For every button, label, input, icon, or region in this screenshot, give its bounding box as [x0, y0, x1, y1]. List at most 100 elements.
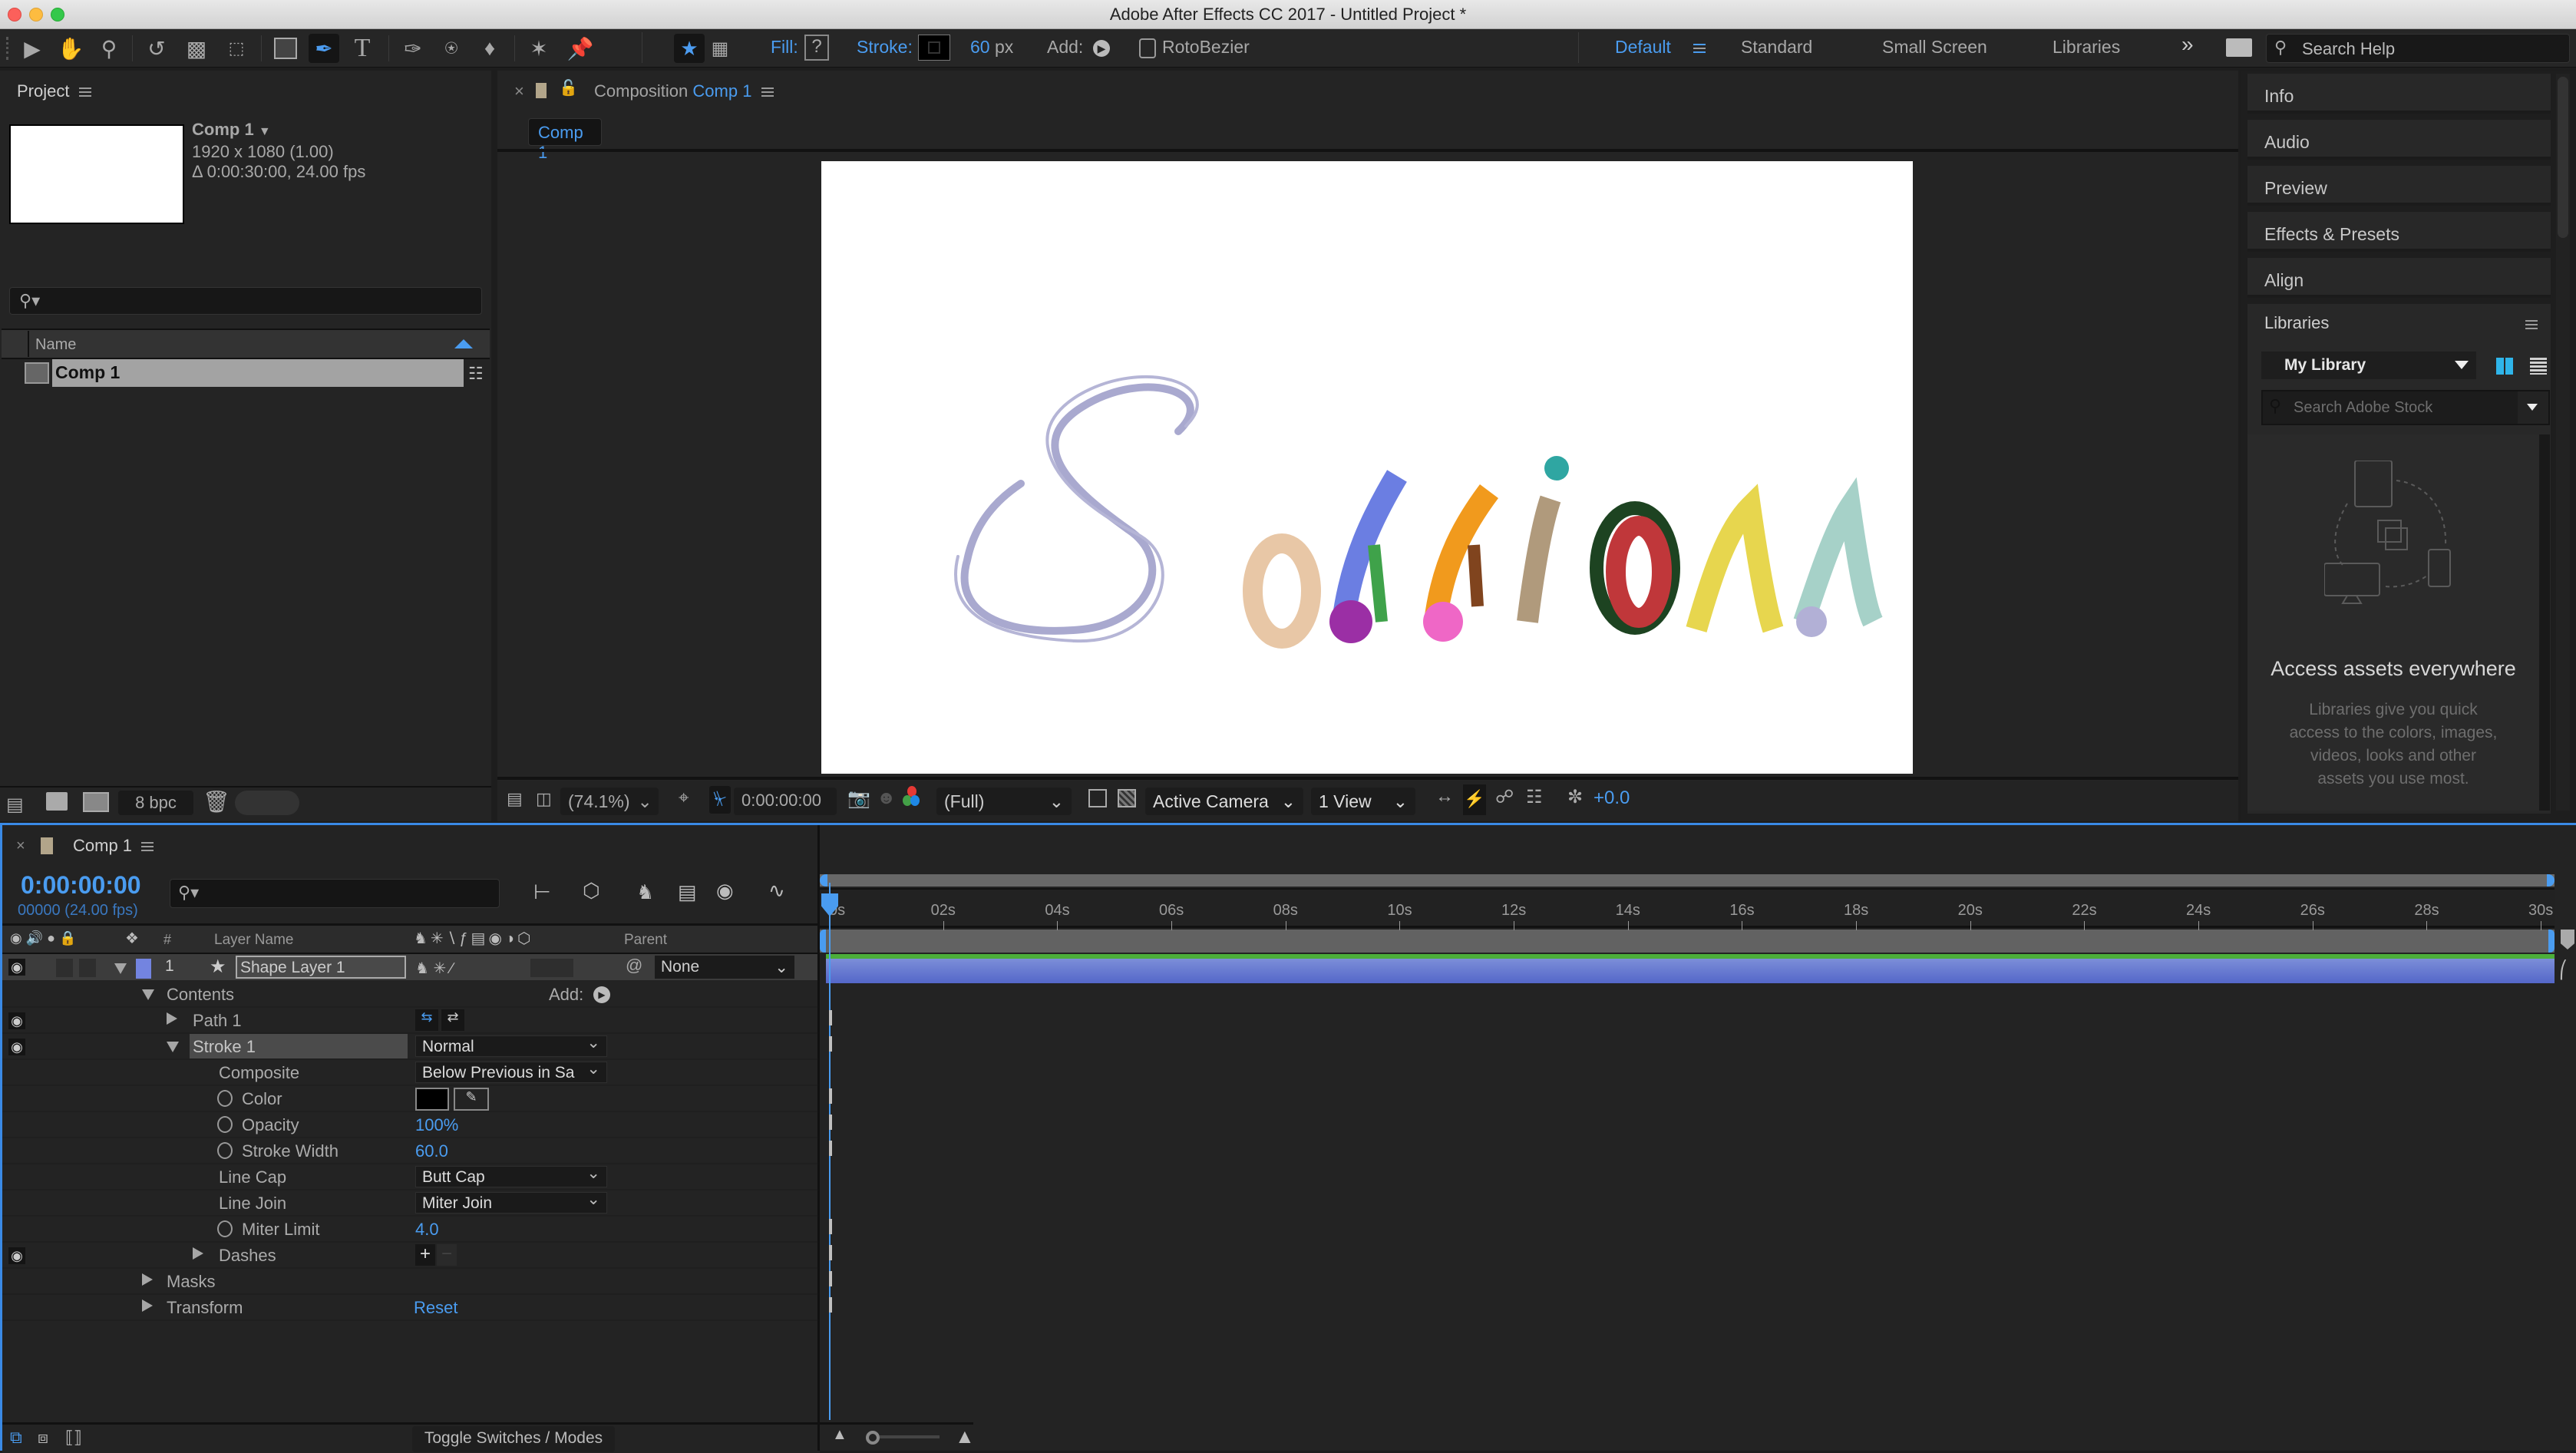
project-item-row[interactable]: Comp 1 ☷: [2, 359, 490, 387]
stopwatch-icon[interactable]: [217, 1090, 233, 1107]
stock-search-input[interactable]: ⚲ Search Adobe Stock: [2261, 390, 2550, 425]
in-out-duration-pane-icon[interactable]: ⟦⟧: [65, 1428, 82, 1448]
property-row-masks[interactable]: Masks: [2, 1269, 820, 1295]
path-direction-forward-icon[interactable]: ⇄: [441, 1009, 464, 1031]
scrollbar-thumb[interactable]: [2558, 77, 2568, 238]
column-name[interactable]: Name: [35, 336, 76, 354]
twirl-right-icon[interactable]: [142, 1299, 153, 1312]
roto-brush-tool-icon[interactable]: ✶: [523, 34, 554, 63]
display-icon[interactable]: ◫: [536, 789, 552, 809]
rotation-tool-icon[interactable]: ↺: [141, 34, 172, 63]
info-panel-tab[interactable]: Info: [2247, 74, 2551, 114]
property-row-composite[interactable]: Composite Below Previous in Sa: [2, 1060, 820, 1086]
time-ruler[interactable]: [820, 888, 2555, 928]
effects-presets-panel-tab[interactable]: Effects & Presets: [2247, 212, 2551, 252]
workspace-menu-icon[interactable]: [1693, 41, 1706, 55]
add-menu-button[interactable]: ▶: [1093, 40, 1110, 57]
rotobezier-checkbox[interactable]: [1139, 38, 1156, 58]
panel-menu-icon[interactable]: [141, 842, 154, 852]
breadcrumb[interactable]: Comp 1: [528, 118, 602, 162]
pan-behind-tool-icon[interactable]: ⬚: [221, 34, 252, 63]
camera-view-dropdown[interactable]: Active Camera ⌄: [1145, 788, 1303, 815]
property-row-contents[interactable]: Contents Add: ▶: [2, 982, 820, 1008]
composition-tab[interactable]: Composition Comp 1: [594, 81, 774, 101]
zoom-in-icon[interactable]: ▲: [955, 1425, 975, 1448]
resolution-dropdown[interactable]: (Full) ⌄: [936, 788, 1072, 815]
lock-icon[interactable]: 🔓: [559, 78, 578, 97]
reset-transform-link[interactable]: Reset: [414, 1298, 457, 1318]
keyframe-navigator-mark[interactable]: [829, 1115, 832, 1130]
line-cap-dropdown[interactable]: Butt Cap: [415, 1164, 607, 1187]
line-join-dropdown[interactable]: Miter Join: [415, 1190, 607, 1214]
eraser-tool-icon[interactable]: ♦: [474, 34, 505, 63]
property-row-dashes[interactable]: ◉ Dashes + −: [2, 1243, 820, 1269]
stopwatch-icon[interactable]: [217, 1220, 233, 1237]
toggle-switches-modes-button[interactable]: Toggle Switches / Modes: [412, 1426, 615, 1452]
new-composition-icon[interactable]: [83, 792, 109, 812]
panel-menu-icon[interactable]: [78, 88, 91, 97]
zoom-slider-track[interactable]: [880, 1435, 940, 1438]
region-of-interest-icon[interactable]: [1088, 789, 1107, 807]
timeline-search-input[interactable]: ⚲▾: [170, 879, 500, 908]
property-row-transform[interactable]: Transform Reset: [2, 1295, 820, 1321]
keyframe-navigator-mark[interactable]: [829, 1036, 832, 1052]
pickwhip-icon[interactable]: @: [626, 956, 642, 976]
project-scrollbar[interactable]: [235, 791, 299, 815]
interpret-footage-icon[interactable]: ▤: [6, 794, 24, 816]
layer-duration-bar[interactable]: [826, 959, 2555, 983]
bit-depth-button[interactable]: 8 bpc: [118, 791, 193, 815]
parent-dropdown[interactable]: None ⌄: [655, 956, 794, 979]
show-snapshot-icon[interactable]: ☻: [877, 788, 896, 809]
path-direction-reverse-icon[interactable]: ⇆: [415, 1009, 438, 1031]
twirl-down-icon[interactable]: [167, 1042, 179, 1052]
color-swatch[interactable]: [415, 1088, 449, 1111]
layer-switches[interactable]: ♞ ✳ ∕: [415, 959, 453, 978]
property-row-line-join[interactable]: Line Join Miter Join: [2, 1190, 820, 1217]
twirl-down-icon[interactable]: [142, 989, 154, 1000]
work-area-start-handle[interactable]: [820, 930, 826, 953]
exposure-value[interactable]: +0.0: [1593, 788, 1630, 809]
project-search-input[interactable]: ⚲▾: [9, 287, 482, 315]
layer-label-color[interactable]: [136, 959, 151, 979]
type-tool-icon[interactable]: T: [347, 34, 378, 63]
close-tab-icon[interactable]: ×: [16, 837, 25, 855]
keyframe-navigator-mark[interactable]: [829, 1088, 832, 1104]
selection-tool-icon[interactable]: ▶: [17, 34, 48, 63]
blend-mode-dropdown[interactable]: Normal: [415, 1033, 607, 1057]
workspace-libraries[interactable]: Libraries: [2053, 37, 2120, 58]
brush-tool-icon[interactable]: ✑: [398, 34, 428, 63]
new-folder-icon[interactable]: [46, 792, 68, 811]
navigator-start-handle[interactable]: [820, 874, 827, 887]
hand-tool-icon[interactable]: ✋: [55, 34, 86, 63]
layer-switches-pane-icon[interactable]: ⧉: [10, 1428, 22, 1448]
eyedropper-icon[interactable]: ✎: [454, 1088, 489, 1111]
property-row-stroke-width[interactable]: Stroke Width 60.0: [2, 1138, 820, 1164]
keyframe-navigator-mark[interactable]: [829, 1010, 832, 1025]
fill-swatch[interactable]: ?: [804, 35, 829, 61]
comp-mini-flowchart-icon[interactable]: ⊢: [533, 880, 551, 904]
timeline-icon[interactable]: ☍: [1495, 786, 1514, 808]
transparency-grid-icon[interactable]: [1118, 789, 1136, 807]
comp-button-icon[interactable]: ⎛: [2559, 960, 2568, 980]
property-row-miter-limit[interactable]: Miter Limit 4.0: [2, 1217, 820, 1243]
tool-creates-mask-icon[interactable]: ▦: [705, 34, 735, 63]
list-view-icon[interactable]: [2530, 358, 2547, 375]
shy-layers-icon[interactable]: ♞: [636, 880, 654, 904]
composition-canvas[interactable]: [821, 161, 1913, 774]
always-preview-icon[interactable]: ▤: [507, 789, 523, 809]
more-workspaces-icon[interactable]: »: [2181, 32, 2194, 57]
eye-icon[interactable]: ◉: [8, 959, 25, 976]
stroke-swatch[interactable]: [918, 35, 950, 61]
remove-dash-button[interactable]: −: [437, 1244, 457, 1266]
keyframe-navigator-mark[interactable]: [829, 1141, 832, 1156]
work-area-bar[interactable]: [820, 930, 2555, 953]
opacity-value[interactable]: 100%: [415, 1115, 458, 1135]
library-select[interactable]: My Library: [2261, 352, 2476, 379]
stopwatch-icon[interactable]: [217, 1142, 233, 1159]
twirl-right-icon[interactable]: [167, 1012, 177, 1025]
channel-icon[interactable]: [901, 786, 921, 809]
stock-search-dropdown[interactable]: [2518, 391, 2548, 424]
lock-toggle[interactable]: [79, 959, 96, 977]
keyframe-navigator-mark[interactable]: [829, 1245, 832, 1260]
frame-blending-icon[interactable]: ▤: [678, 880, 697, 904]
